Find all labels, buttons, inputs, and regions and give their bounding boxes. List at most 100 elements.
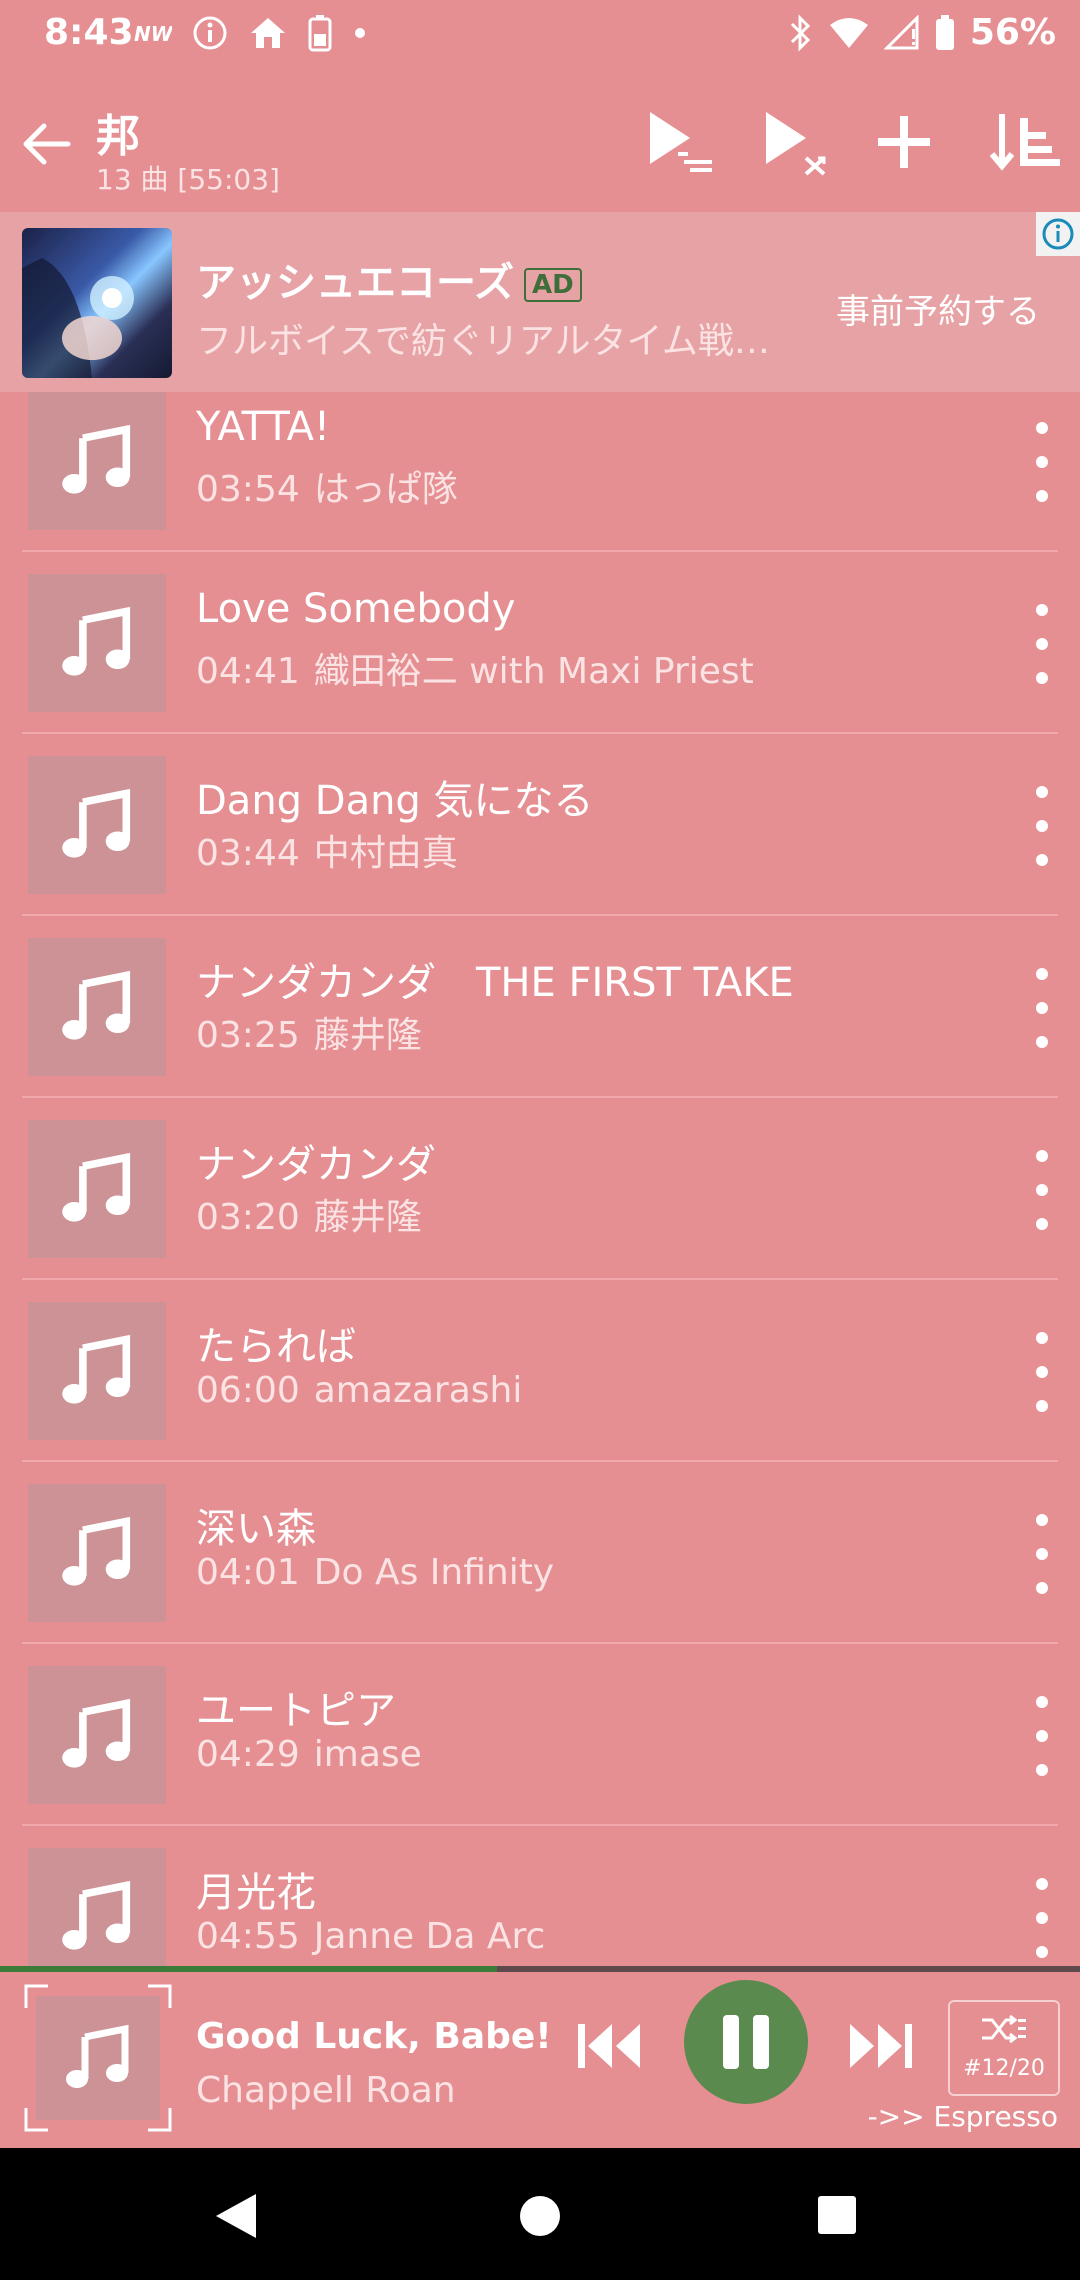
song-artwork [28,1484,166,1622]
ad-title: アッシュエコーズ AD [196,250,582,308]
system-icons: 56% [788,12,1056,53]
music-note-icon [62,1334,131,1404]
next-icon[interactable] [846,2020,914,2072]
song-meta: 03:25 藤井隆 [196,1006,422,1058]
song-artist: imase [313,1734,422,1775]
song-artwork [28,392,166,530]
song-meta: 04:55 Janne Da Arc [196,1916,545,1957]
song-row[interactable]: ナンダカンダ THE FIRST TAKE 03:25 藤井隆 [0,916,1080,1098]
nav-back-icon[interactable] [214,2192,260,2240]
info-icon [193,16,227,50]
ad-badge: AD [524,268,582,302]
song-title: Love Somebody [196,586,516,632]
battery-percent: 56% [969,12,1056,53]
song-duration: 03:54 [196,469,300,510]
battery-saver-icon [308,15,332,52]
queue-position: #12/20 [963,2056,1045,2081]
song-meta: 03:54 はっぱ隊 [196,460,458,512]
song-meta: 03:44 中村由真 [196,824,458,876]
song-row[interactable]: 月光花 04:55 Janne Da Arc [0,1826,1080,1966]
song-row[interactable]: YATTA! 03:54 はっぱ隊 [0,392,1080,552]
ad-cta-button[interactable]: 事前予約する [836,284,1040,333]
shuffle-play-icon[interactable] [756,102,836,182]
music-note-icon [62,788,131,858]
song-meta: 04:29 imase [196,1734,422,1775]
queue-mode-button[interactable]: #12/20 [948,2000,1060,2096]
music-note-icon [62,1152,131,1222]
more-options-icon[interactable] [1028,604,1056,684]
song-artwork [28,938,166,1076]
ad-banner[interactable]: アッシュエコーズ AD フルボイスで紡ぐリアルタイム戦… 事前予約する [0,212,1080,392]
more-options-icon[interactable] [1028,1332,1056,1412]
nav-recents-icon[interactable] [816,2194,858,2236]
song-duration: 04:41 [196,651,300,692]
song-title: ナンダカンダ [196,1142,436,1188]
playlist-title: 邦 [96,111,140,162]
song-title: たられば [196,1324,356,1370]
song-artwork [28,1302,166,1440]
back-arrow-icon[interactable] [18,116,74,172]
ad-description: フルボイスで紡ぐリアルタイム戦… [196,321,770,362]
nav-home-icon[interactable] [518,2194,562,2238]
sort-icon[interactable] [986,102,1066,182]
more-options-icon[interactable] [1028,786,1056,866]
song-artwork [28,574,166,712]
mini-player[interactable]: Good Luck, Babe! Chappell Roan #12/20 ->… [0,1972,1080,2148]
now-playing-title[interactable]: Good Luck, Babe! [196,2016,552,2057]
song-meta: 06:00 amazarashi [196,1370,522,1411]
now-playing-artwork[interactable] [36,1996,160,2120]
play-all-icon[interactable] [640,102,720,182]
pause-button[interactable] [684,1980,808,2104]
song-row[interactable]: Love Somebody 04:41 織田裕二 with Maxi Priest [0,552,1080,734]
nhk-news-icon: NW [134,22,172,46]
song-row[interactable]: ユートピア 04:29 imase [0,1644,1080,1826]
song-row[interactable]: ナンダカンダ 03:20 藤井隆 [0,1098,1080,1280]
music-note-icon [62,1516,131,1586]
more-options-icon[interactable] [1028,1150,1056,1230]
notification-icons: NW [132,14,368,52]
more-options-icon[interactable] [1028,1514,1056,1594]
song-row[interactable]: たられば 06:00 amazarashi [0,1280,1080,1462]
ad-info-icon[interactable] [1036,212,1080,256]
song-duration: 03:20 [196,1197,300,1238]
song-artist: 藤井隆 [313,1015,422,1056]
add-icon[interactable] [864,102,944,182]
song-artist: はっぱ隊 [313,469,458,510]
song-artwork [28,756,166,894]
song-title: Dang Dang 気になる [196,778,594,824]
song-row[interactable]: Dang Dang 気になる 03:44 中村由真 [0,734,1080,916]
song-artist: Do As Infinity [313,1552,555,1593]
song-meta: 04:41 織田裕二 with Maxi Priest [196,642,754,694]
next-song-label: ->> Espresso [867,2100,1058,2133]
music-note-icon [62,970,131,1040]
status-bar: 8:43 NW 56% [0,0,1080,72]
song-duration: 03:25 [196,1015,300,1056]
song-duration: 04:29 [196,1734,300,1775]
music-note-icon [62,424,131,494]
song-duration: 03:44 [196,833,300,874]
wifi-icon [829,17,868,48]
app-bar: 邦 13 曲 [55:03] [0,72,1080,212]
song-duration: 04:01 [196,1552,300,1593]
now-playing-artist[interactable]: Chappell Roan [196,2070,456,2111]
signal-icon [883,14,919,49]
svg-text:NW: NW [134,22,172,46]
song-list[interactable]: YATTA! 03:54 はっぱ隊 Love Somebody 04:41 織田裕二 wi… [0,392,1080,1966]
song-title: ユートピア [196,1688,396,1734]
playlist-summary: 13 曲 [55:03] [96,163,280,196]
status-time: 8:43 [44,12,134,53]
more-options-icon[interactable] [1028,1878,1056,1958]
more-options-icon[interactable] [1028,422,1056,502]
song-row[interactable]: 深い森 04:01 Do As Infinity [0,1462,1080,1644]
song-artist: Janne Da Arc [313,1916,546,1957]
navigation-bar [0,2148,1080,2280]
more-options-icon[interactable] [1028,1696,1056,1776]
song-title: 月光花 [196,1870,316,1916]
song-artist: 中村由真 [313,833,458,874]
bluetooth-icon [790,13,810,52]
more-options-icon[interactable] [1028,968,1056,1048]
music-note-icon [62,1698,131,1768]
song-meta: 04:01 Do As Infinity [196,1552,554,1593]
previous-icon[interactable] [576,2020,644,2072]
song-artwork [28,1120,166,1258]
